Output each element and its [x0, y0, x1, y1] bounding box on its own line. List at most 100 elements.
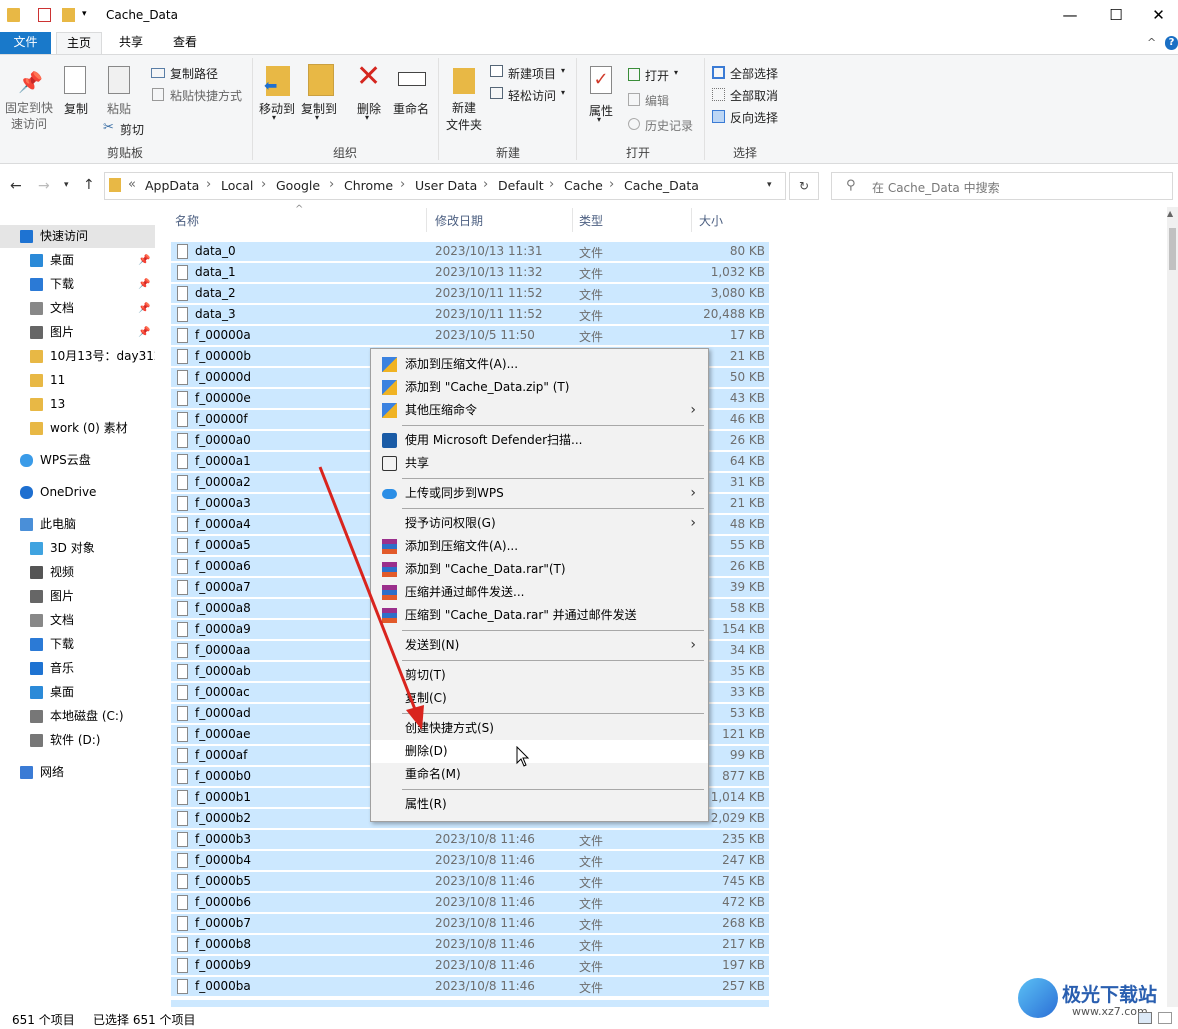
copy-button[interactable]: 复制 — [60, 100, 92, 117]
breadcrumb-separator-icon[interactable]: › — [483, 177, 488, 192]
sidebar-item[interactable]: 下载 📌 — [0, 273, 155, 296]
breadcrumb-separator-icon[interactable]: › — [609, 177, 614, 192]
context-menu-item[interactable]: 其他压缩命令 › — [371, 399, 708, 422]
column-type[interactable]: 类型 — [579, 212, 603, 229]
sidebar-item[interactable]: 图片 📌 — [0, 321, 155, 344]
column-date[interactable]: 修改日期 — [435, 212, 483, 229]
easy-access-button[interactable]: 轻松访问 — [508, 87, 556, 104]
paste-button[interactable]: 粘贴 — [102, 100, 136, 117]
minimize-button[interactable]: — — [1047, 0, 1093, 32]
refresh-icon[interactable]: ↻ — [789, 172, 819, 200]
help-icon[interactable]: ? — [1165, 36, 1178, 50]
select-none-button[interactable]: 全部取消 — [730, 87, 778, 104]
sidebar-item[interactable]: 下载 — [0, 633, 155, 656]
breadcrumb-item[interactable]: User Data — [415, 178, 477, 193]
sidebar-item[interactable]: 视频 — [0, 561, 155, 584]
address-dropdown-icon[interactable]: ▾ — [767, 180, 772, 190]
sidebar-item[interactable]: 10月13号：day312 — [0, 345, 155, 368]
table-row[interactable]: f_0000b6 2023/10/8 11:46 文件 472 KB — [171, 893, 769, 913]
sidebar-item[interactable]: 快速访问 — [0, 225, 155, 248]
breadcrumb-item[interactable]: Google — [276, 178, 320, 193]
edit-button[interactable]: 编辑 — [645, 92, 669, 109]
close-button[interactable]: ✕ — [1139, 0, 1178, 32]
scroll-up-icon[interactable]: ▲ — [1167, 209, 1173, 218]
breadcrumb-separator-icon[interactable]: › — [400, 177, 405, 192]
context-menu-item[interactable]: 添加到压缩文件(A)... — [371, 353, 708, 376]
breadcrumb-item[interactable]: Local — [221, 178, 253, 193]
context-menu-item[interactable]: 使用 Microsoft Defender扫描... — [371, 429, 708, 452]
scrollbar-thumb[interactable] — [1169, 228, 1176, 270]
breadcrumb-separator-icon[interactable]: › — [261, 177, 266, 192]
breadcrumb-item[interactable]: Chrome — [344, 178, 393, 193]
table-row[interactable]: f_0000ba 2023/10/8 11:46 文件 257 KB — [171, 977, 769, 997]
context-menu-item[interactable]: 属性(R) — [371, 793, 708, 816]
sidebar-item[interactable]: 本地磁盘 (C:) — [0, 705, 155, 728]
context-menu-item[interactable]: 重命名(M) — [371, 763, 708, 786]
history-button[interactable]: 历史记录 — [645, 117, 693, 134]
tab-view[interactable]: 查看 — [162, 32, 208, 54]
new-item-button[interactable]: 新建项目 — [508, 65, 556, 82]
sidebar-item[interactable]: 3D 对象 — [0, 537, 155, 560]
tab-share[interactable]: 共享 — [108, 32, 154, 54]
breadcrumb-item[interactable]: AppData — [145, 178, 199, 193]
maximize-button[interactable]: ☐ — [1093, 0, 1139, 32]
column-size[interactable]: 大小 — [699, 212, 723, 229]
breadcrumb-separator-icon[interactable]: › — [329, 177, 334, 192]
back-icon[interactable]: ← — [10, 178, 22, 194]
tab-home[interactable]: 主页 — [56, 32, 102, 55]
table-row[interactable]: f_0000b9 2023/10/8 11:46 文件 197 KB — [171, 956, 769, 976]
select-all-button[interactable]: 全部选择 — [730, 65, 778, 82]
table-row[interactable]: data_3 2023/10/11 11:52 文件 20,488 KB — [171, 305, 769, 325]
table-row[interactable]: f_00000a 2023/10/5 11:50 文件 17 KB — [171, 326, 769, 346]
overflow-icon[interactable]: « — [128, 177, 136, 192]
sidebar-item[interactable]: 桌面 📌 — [0, 249, 155, 272]
table-row[interactable]: data_2 2023/10/11 11:52 文件 3,080 KB — [171, 284, 769, 304]
copy-path-button[interactable]: 复制路径 — [170, 65, 218, 82]
breadcrumb-item[interactable]: Default — [498, 178, 544, 193]
invert-selection-button[interactable]: 反向选择 — [730, 109, 778, 126]
column-name[interactable]: 名称 — [175, 212, 199, 229]
breadcrumb-separator-icon[interactable]: › — [206, 177, 211, 192]
sidebar-item[interactable]: 此电脑 — [0, 513, 155, 536]
details-view-icon[interactable] — [1138, 1012, 1152, 1024]
move-to-button[interactable]: 移动到 — [256, 100, 298, 117]
sidebar-item[interactable]: 文档 — [0, 609, 155, 632]
table-row[interactable]: f_0000b4 2023/10/8 11:46 文件 247 KB — [171, 851, 769, 871]
sidebar-item[interactable]: 音乐 — [0, 657, 155, 680]
column-divider[interactable] — [426, 208, 427, 232]
new-folder-quick-icon[interactable] — [62, 8, 75, 22]
sidebar-item[interactable]: OneDrive — [0, 481, 155, 504]
rename-button[interactable]: 重命名 — [390, 100, 432, 117]
sidebar-item[interactable]: work (0) 素材 — [0, 417, 155, 440]
paste-shortcut-button[interactable]: 粘贴快捷方式 — [170, 87, 242, 104]
table-row[interactable]: data_0 2023/10/13 11:31 文件 80 KB — [171, 242, 769, 262]
breadcrumb-separator-icon[interactable]: › — [549, 177, 554, 192]
tab-file[interactable]: 文件 — [0, 32, 51, 54]
sidebar-item[interactable]: 桌面 — [0, 681, 155, 704]
collapse-ribbon-icon[interactable]: ^ — [1147, 36, 1156, 49]
table-row[interactable]: f_0000b5 2023/10/8 11:46 文件 745 KB — [171, 872, 769, 892]
new-folder-button[interactable]: 新建 文件夹 — [442, 100, 486, 134]
column-divider[interactable] — [572, 208, 573, 232]
sidebar-item[interactable]: 软件 (D:) — [0, 729, 155, 752]
up-icon[interactable]: ↑ — [83, 177, 95, 193]
cut-button[interactable]: 剪切 — [120, 121, 144, 138]
pin-to-quick-access-button[interactable]: 固定到快 速访问 — [4, 100, 54, 132]
sidebar-item[interactable]: 11 — [0, 369, 155, 392]
sidebar-item[interactable]: 文档 📌 — [0, 297, 155, 320]
sidebar-item[interactable]: 图片 — [0, 585, 155, 608]
table-row[interactable]: data_1 2023/10/13 11:32 文件 1,032 KB — [171, 263, 769, 283]
sidebar-item[interactable]: 13 — [0, 393, 155, 416]
properties-quick-icon[interactable] — [38, 8, 51, 22]
table-row[interactable]: f_0000b8 2023/10/8 11:46 文件 217 KB — [171, 935, 769, 955]
open-button[interactable]: 打开 — [645, 67, 669, 84]
table-row[interactable]: f_0000b3 2023/10/8 11:46 文件 235 KB — [171, 830, 769, 850]
breadcrumb-item[interactable]: Cache_Data — [624, 178, 699, 193]
recent-locations-icon[interactable]: ▾ — [64, 180, 69, 190]
column-divider[interactable] — [691, 208, 692, 232]
sidebar-item[interactable]: WPS云盘 — [0, 449, 155, 472]
table-row-partial[interactable] — [171, 1000, 769, 1007]
table-row[interactable]: f_0000b7 2023/10/8 11:46 文件 268 KB — [171, 914, 769, 934]
breadcrumb-item[interactable]: Cache — [564, 178, 603, 193]
forward-icon[interactable]: → — [38, 178, 50, 194]
